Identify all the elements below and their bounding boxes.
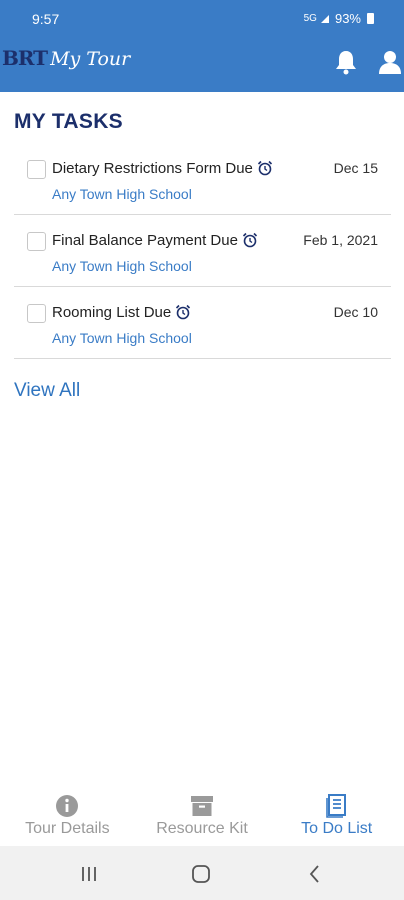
- task-school: Any Town High School: [52, 186, 192, 202]
- document-list-icon: [325, 794, 346, 818]
- task-due-date: Feb 1, 2021: [303, 232, 378, 248]
- task-school: Any Town High School: [52, 258, 192, 274]
- nav-label: To Do List: [301, 820, 373, 837]
- recent-apps-icon[interactable]: [78, 863, 100, 885]
- task-title: Final Balance Payment Due: [52, 232, 258, 249]
- view-all-link[interactable]: View All: [14, 380, 80, 402]
- alarm-clock-icon: [176, 304, 191, 320]
- signal-icon: [320, 14, 329, 23]
- task-title: Dietary Restrictions Form Due: [52, 160, 273, 177]
- bell-icon[interactable]: [334, 49, 358, 75]
- task-item[interactable]: Dietary Restrictions Form Due Dec 15 Any…: [14, 143, 391, 215]
- alarm-clock-icon: [242, 232, 258, 248]
- top-band: 9:57 5G 93% BRT My Tour: [0, 0, 404, 92]
- nav-to-do-list[interactable]: To Do List: [269, 782, 404, 846]
- task-title: Rooming List Due: [52, 304, 191, 321]
- logo-product: My Tour: [50, 48, 131, 70]
- status-indicators: 5G 93%: [304, 11, 374, 26]
- task-item[interactable]: Rooming List Due Dec 10 Any Town High Sc…: [14, 287, 391, 359]
- app-logo: BRT My Tour: [2, 46, 130, 76]
- status-bar: 9:57 5G 93%: [0, 0, 404, 36]
- task-list: Dietary Restrictions Form Due Dec 15 Any…: [14, 143, 391, 359]
- nav-resource-kit[interactable]: Resource Kit: [135, 782, 270, 846]
- page-title: MY TASKS: [14, 110, 123, 133]
- task-due-date: Dec 15: [333, 160, 378, 176]
- nav-tour-details[interactable]: Tour Details: [0, 782, 135, 846]
- task-checkbox[interactable]: [27, 232, 46, 251]
- task-checkbox[interactable]: [27, 160, 46, 179]
- task-due-date: Dec 10: [333, 304, 378, 320]
- task-checkbox[interactable]: [27, 304, 46, 323]
- battery-icon: [367, 13, 374, 24]
- system-nav-bar: [0, 846, 404, 900]
- archive-box-icon: [191, 796, 213, 816]
- alarm-clock-icon: [257, 160, 272, 176]
- bottom-nav: Tour Details Resource Kit To Do List: [0, 782, 404, 846]
- user-icon[interactable]: [378, 49, 402, 75]
- back-icon[interactable]: [304, 863, 326, 885]
- nav-label: Resource Kit: [156, 820, 248, 837]
- home-icon[interactable]: [190, 863, 212, 885]
- battery-percent: 93%: [334, 11, 361, 26]
- status-time: 9:57: [32, 11, 60, 27]
- nav-label: Tour Details: [25, 820, 110, 837]
- task-item[interactable]: Final Balance Payment Due Feb 1, 2021 An…: [14, 215, 391, 287]
- network-label: 5G: [303, 13, 317, 24]
- app-bar: BRT My Tour: [0, 36, 404, 92]
- logo-brand: BRT: [2, 46, 48, 70]
- info-icon: [56, 795, 79, 817]
- task-school: Any Town High School: [52, 330, 192, 346]
